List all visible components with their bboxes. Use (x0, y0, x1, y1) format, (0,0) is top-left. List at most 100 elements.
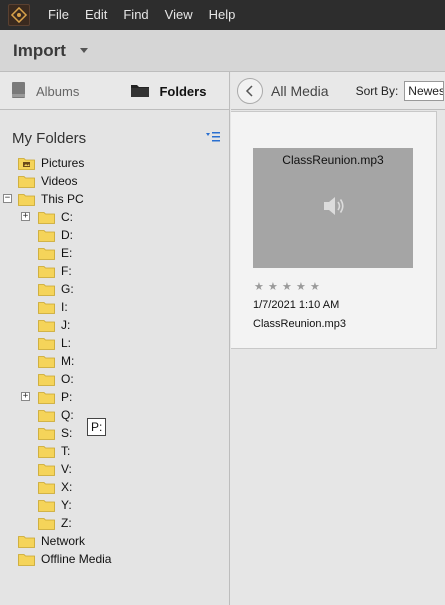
tree-item-label: L: (61, 336, 72, 350)
tree-item-label: D: (61, 228, 73, 242)
folder-icon (38, 427, 55, 440)
rating-stars[interactable]: ★ ★ ★ ★ ★ (254, 282, 324, 293)
media-panel: All Media Sort By: Newest ClassReunion.m… (231, 72, 445, 605)
tab-albums-label: Albums (36, 83, 80, 99)
tree-item-label: O: (61, 372, 74, 386)
tree-item-label: Network (41, 534, 86, 548)
folder-icon (38, 283, 55, 296)
tree-item-label: J: (61, 318, 71, 332)
tree-item-q[interactable]: Q: (0, 406, 229, 424)
folder-tree: Pictures Videos − This PC + C: D: E: F: G: I: J: L: M… (0, 154, 229, 568)
folder-icon (38, 301, 55, 314)
expand-icon[interactable]: + (21, 212, 30, 221)
tree-item-c[interactable]: + C: (0, 208, 229, 226)
tree-item-z[interactable]: Z: (0, 514, 229, 532)
menu-help[interactable]: Help (201, 0, 244, 30)
collapse-icon[interactable]: − (3, 194, 12, 203)
my-folders-title: My Folders (12, 129, 87, 147)
panel-tabs: Albums Folders (0, 72, 229, 110)
tree-item-s[interactable]: S: (0, 424, 229, 442)
tree-item-m[interactable]: M: (0, 352, 229, 370)
chevron-left-icon (245, 84, 253, 97)
tree-item-e[interactable]: E: (0, 244, 229, 262)
import-button[interactable]: Import (13, 41, 66, 61)
tree-item-label: Videos (41, 174, 78, 188)
star-icon[interactable]: ★ (296, 282, 306, 293)
media-date: 1/7/2021 1:10 AM (253, 299, 340, 311)
tree-item-label: T: (61, 444, 71, 458)
tooltip: P: (87, 418, 107, 436)
sort-by-label: Sort By: (355, 83, 399, 98)
folder-icon (18, 553, 35, 566)
media-card[interactable]: ClassReunion.mp3 ★ ★ ★ ★ ★ 1/7/2021 1:10 AM … (231, 111, 437, 349)
folder-icon (38, 247, 55, 260)
star-icon[interactable]: ★ (254, 282, 264, 293)
back-button[interactable] (237, 77, 263, 104)
sort-by-select[interactable]: Newest (404, 80, 445, 101)
tree-item-l[interactable]: L: (0, 334, 229, 352)
tree-item-g[interactable]: G: (0, 280, 229, 298)
expand-icon[interactable]: + (21, 392, 30, 401)
tree-item-label: S: (61, 426, 73, 440)
star-icon[interactable]: ★ (310, 282, 320, 293)
tree-item-label: Pictures (41, 156, 85, 170)
media-thumbnail[interactable]: ClassReunion.mp3 (253, 148, 413, 268)
tree-item-videos[interactable]: Videos (0, 172, 229, 190)
menu-file[interactable]: File (40, 0, 77, 30)
tree-item-f[interactable]: F: (0, 262, 229, 280)
left-panel: Albums Folders My Folders Pictures Videos… (0, 72, 230, 605)
my-folders-header: My Folders (0, 122, 229, 154)
menu-find[interactable]: Find (115, 0, 156, 30)
tree-item-label: M: (61, 354, 75, 368)
menu-edit[interactable]: Edit (77, 0, 115, 30)
folder-icon (18, 193, 35, 206)
folder-icon (38, 265, 55, 278)
pictures-folder-icon (18, 157, 35, 170)
folder-icon (38, 445, 55, 458)
tab-albums[interactable]: Albums (0, 72, 114, 110)
chevron-down-icon[interactable] (79, 48, 88, 53)
folder-icon (38, 481, 55, 494)
tree-item-d[interactable]: D: (0, 226, 229, 244)
tree-item-this-pc[interactable]: − This PC (0, 190, 229, 208)
tree-item-pictures[interactable]: Pictures (0, 154, 229, 172)
menu-view[interactable]: View (157, 0, 201, 30)
tree-item-y[interactable]: Y: (0, 496, 229, 514)
tree-item-label: F: (61, 264, 72, 278)
folder-icon (18, 535, 35, 548)
tab-folders[interactable]: Folders (114, 72, 229, 110)
album-icon (11, 81, 27, 102)
tree-item-label: G: (61, 282, 74, 296)
thumbnail-title: ClassReunion.mp3 (282, 153, 384, 167)
tree-item-label: P: (61, 390, 73, 404)
tree-item-j[interactable]: J: (0, 316, 229, 334)
tree-item-label: C: (61, 210, 73, 224)
folder-icon (38, 211, 55, 224)
tree-item-label: Z: (61, 516, 72, 530)
tree-item-v[interactable]: V: (0, 460, 229, 478)
tree-item-label: V: (61, 462, 72, 476)
folder-icon (130, 82, 150, 101)
star-icon[interactable]: ★ (268, 282, 278, 293)
tree-item-o[interactable]: O: (0, 370, 229, 388)
tree-item-p[interactable]: + P: (0, 388, 229, 406)
list-options-icon[interactable] (206, 131, 220, 146)
folder-icon (38, 517, 55, 530)
import-toolbar: Import (0, 30, 445, 72)
tree-item-network[interactable]: Network (0, 532, 229, 550)
tree-item-label: E: (61, 246, 73, 260)
tree-item-label: Y: (61, 498, 72, 512)
folder-icon (38, 229, 55, 242)
tree-item-label: X: (61, 480, 73, 494)
tree-item-i[interactable]: I: (0, 298, 229, 316)
tree-item-label: This PC (41, 192, 84, 206)
media-header: All Media Sort By: Newest (231, 72, 445, 110)
tree-item-label: Offline Media (41, 552, 112, 566)
tab-folders-label: Folders (159, 83, 207, 99)
folder-icon (38, 499, 55, 512)
star-icon[interactable]: ★ (282, 282, 292, 293)
tree-item-offline-media[interactable]: Offline Media (0, 550, 229, 568)
media-filename: ClassReunion.mp3 (253, 318, 346, 330)
tree-item-x[interactable]: X: (0, 478, 229, 496)
tree-item-t[interactable]: T: (0, 442, 229, 460)
